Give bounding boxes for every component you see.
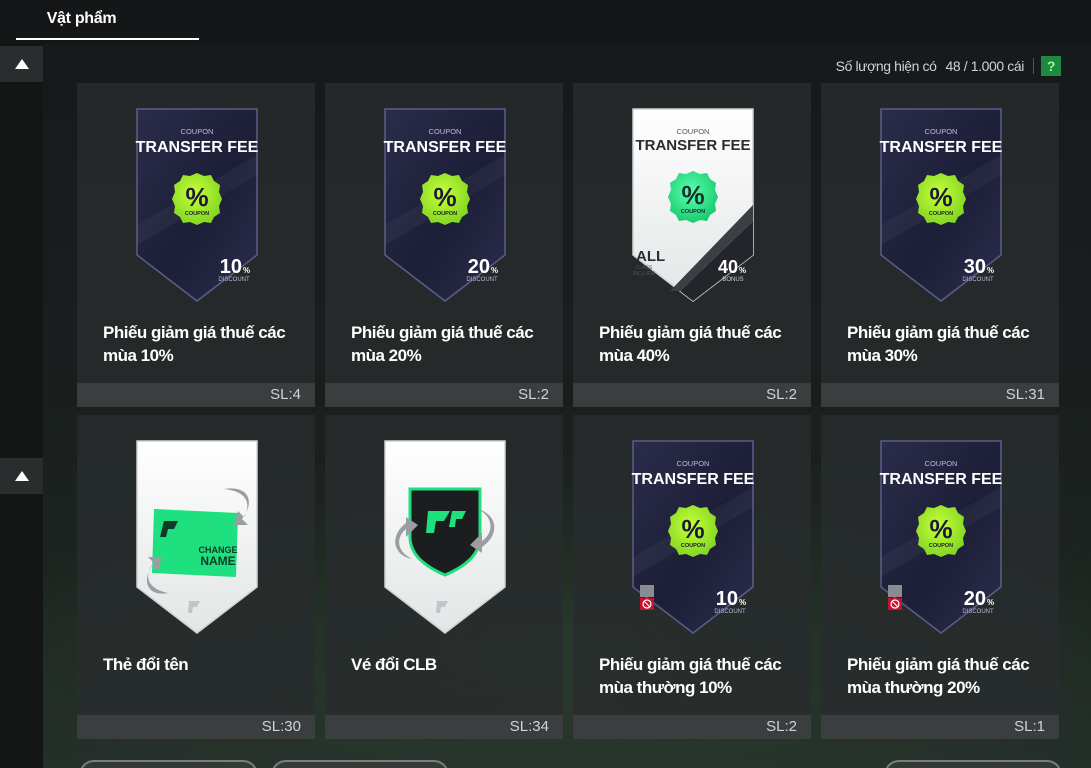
svg-text:DISCOUNT: DISCOUNT — [714, 609, 746, 615]
coupon-card-icon: COUPON TRANSFER FEE % COUPON 20 % DISCOU… — [384, 108, 507, 302]
item-quantity: SL:4 — [77, 383, 315, 407]
svg-text:COUPON: COUPON — [925, 127, 958, 136]
svg-text:COUPON: COUPON — [677, 459, 710, 468]
item-card[interactable]: COUPON TRANSFER FEE % COUPON 20 % DISCOU… — [821, 415, 1059, 739]
svg-text:%: % — [681, 180, 704, 210]
svg-text:COUPON: COUPON — [433, 211, 457, 217]
top-bar: Vật phẩm — [0, 0, 1091, 44]
triangle-up-icon — [14, 59, 29, 69]
coupon-card-icon: COUPON TRANSFER FEE % COUPON 30 % DISCOU… — [880, 108, 1003, 302]
scroll-up-button-1[interactable] — [0, 46, 43, 82]
item-name: Phiếu giảm giá thuế các mùa 40% — [599, 323, 782, 365]
svg-text:%: % — [929, 514, 952, 544]
season-icon — [888, 585, 902, 597]
item-quantity: SL:2 — [573, 383, 811, 407]
item-name: Phiếu giảm giá thuế các mùa 30% — [847, 323, 1030, 365]
left-rail — [0, 44, 43, 768]
triangle-up-icon — [14, 471, 29, 481]
quantity-info: Số lượng hiện có 48 / 1.000 cái ? — [836, 54, 1061, 78]
quantity-label: Số lượng hiện có — [835, 58, 937, 74]
svg-text:BONUS: BONUS — [722, 277, 743, 283]
season-icon — [640, 585, 654, 597]
item-quantity: SL:2 — [573, 715, 811, 739]
svg-text:NAME: NAME — [200, 554, 235, 568]
item-card[interactable]: COUPON TRANSFER FEE % COUPON 20 % DISCOU… — [325, 83, 563, 407]
item-card[interactable]: COUPON TRANSFER FEE % COUPON 30 % DISCOU… — [821, 83, 1059, 407]
svg-text:TRANSFER FEE: TRANSFER FEE — [880, 471, 1003, 488]
svg-text:30: 30 — [964, 256, 986, 278]
svg-text:COUPON: COUPON — [185, 211, 209, 217]
svg-text:COUPON: COUPON — [929, 543, 953, 549]
svg-text:TRANSFER FEE: TRANSFER FEE — [632, 471, 755, 488]
item-card[interactable]: COUPON TRANSFER FEE % COUPON 10 % DISCOU… — [77, 83, 315, 407]
bottom-button-2[interactable] — [271, 760, 449, 768]
bottom-button-3[interactable] — [884, 760, 1062, 768]
svg-text:%: % — [681, 514, 704, 544]
divider — [1033, 58, 1034, 74]
svg-text:%: % — [987, 598, 994, 607]
svg-text:INCLUDE: INCLUDE — [633, 271, 656, 277]
item-card[interactable]: COUPON TRANSFER FEE % COUPON 10 % DISCOU… — [573, 415, 811, 739]
coupon-card-icon: COUPON TRANSFER FEE % COUPON 10 % DISCOU… — [136, 108, 259, 302]
item-name: Phiếu giảm giá thuế các mùa thường 20% — [847, 655, 1030, 697]
svg-text:%: % — [433, 182, 456, 212]
svg-text:DISCOUNT: DISCOUNT — [218, 277, 250, 283]
item-name: Thẻ đổi tên — [103, 655, 189, 674]
item-quantity: SL:2 — [325, 383, 563, 407]
scroll-up-button-2[interactable] — [0, 458, 43, 494]
svg-text:COUPON: COUPON — [681, 209, 705, 215]
svg-text:COUPON: COUPON — [677, 127, 710, 136]
item-name: Phiếu giảm giá thuế các mùa 20% — [351, 323, 534, 365]
svg-text:%: % — [929, 182, 952, 212]
coupon-card-icon: COUPON TRANSFER FEE % COUPON 10 % DISCOU… — [632, 440, 755, 634]
svg-text:%: % — [185, 182, 208, 212]
item-quantity: SL:34 — [325, 715, 563, 739]
item-quantity: SL:1 — [821, 715, 1059, 739]
svg-text:%: % — [987, 266, 994, 275]
svg-text:10: 10 — [716, 588, 738, 610]
svg-text:%: % — [739, 266, 746, 275]
svg-text:20: 20 — [468, 256, 490, 278]
tab-items-label: Vật phẩm — [46, 10, 117, 27]
svg-text:COUPON: COUPON — [681, 543, 705, 549]
svg-text:TRANSFER FEE: TRANSFER FEE — [635, 137, 750, 154]
coupon-card-icon: COUPON TRANSFER FEE % COUPON ALL CLASS I… — [632, 108, 754, 302]
svg-text:COUPON: COUPON — [925, 459, 958, 468]
svg-text:COUPON: COUPON — [181, 127, 214, 136]
bottom-button-1[interactable] — [79, 760, 258, 768]
item-card[interactable]: COUPON TRANSFER FEE % COUPON ALL CLASS I… — [573, 83, 811, 407]
item-card[interactable]: CHANGE NAME Thẻ đổi tên SL:30 — [77, 415, 315, 739]
svg-text:DISCOUNT: DISCOUNT — [466, 277, 498, 283]
svg-text:TRANSFER FEE: TRANSFER FEE — [384, 139, 507, 156]
svg-text:20: 20 — [964, 588, 986, 610]
item-name: Phiếu giảm giá thuế các mùa thường 10% — [599, 655, 782, 697]
item-quantity: SL:31 — [821, 383, 1059, 407]
svg-text:%: % — [739, 598, 746, 607]
club-ticket-card-icon — [384, 440, 506, 634]
svg-text:%: % — [243, 266, 250, 275]
svg-text:COUPON: COUPON — [429, 127, 462, 136]
svg-text:TRANSFER FEE: TRANSFER FEE — [880, 139, 1003, 156]
tab-items[interactable]: Vật phẩm — [16, 0, 199, 40]
item-quantity: SL:30 — [77, 715, 315, 739]
item-card[interactable]: Vé đổi CLB SL:34 — [325, 415, 563, 739]
svg-text:COUPON: COUPON — [929, 211, 953, 217]
svg-text:TRANSFER FEE: TRANSFER FEE — [136, 139, 259, 156]
help-icon[interactable]: ? — [1041, 56, 1061, 76]
item-name: Vé đổi CLB — [351, 655, 437, 674]
svg-text:%: % — [491, 266, 498, 275]
quantity-value: 48 / 1.000 cái — [945, 58, 1025, 74]
coupon-card-icon: COUPON TRANSFER FEE % COUPON 20 % DISCOU… — [880, 440, 1003, 634]
item-name: Phiếu giảm giá thuế các mùa 10% — [103, 323, 286, 365]
svg-text:DISCOUNT: DISCOUNT — [962, 609, 994, 615]
svg-text:ALL: ALL — [636, 248, 665, 265]
svg-text:DISCOUNT: DISCOUNT — [962, 277, 994, 283]
change-name-card-icon: CHANGE NAME — [136, 440, 258, 634]
svg-text:40: 40 — [718, 257, 738, 277]
svg-text:10: 10 — [220, 256, 242, 278]
item-grid: COUPON TRANSFER FEE % COUPON 10 % DISCOU… — [77, 83, 1069, 739]
